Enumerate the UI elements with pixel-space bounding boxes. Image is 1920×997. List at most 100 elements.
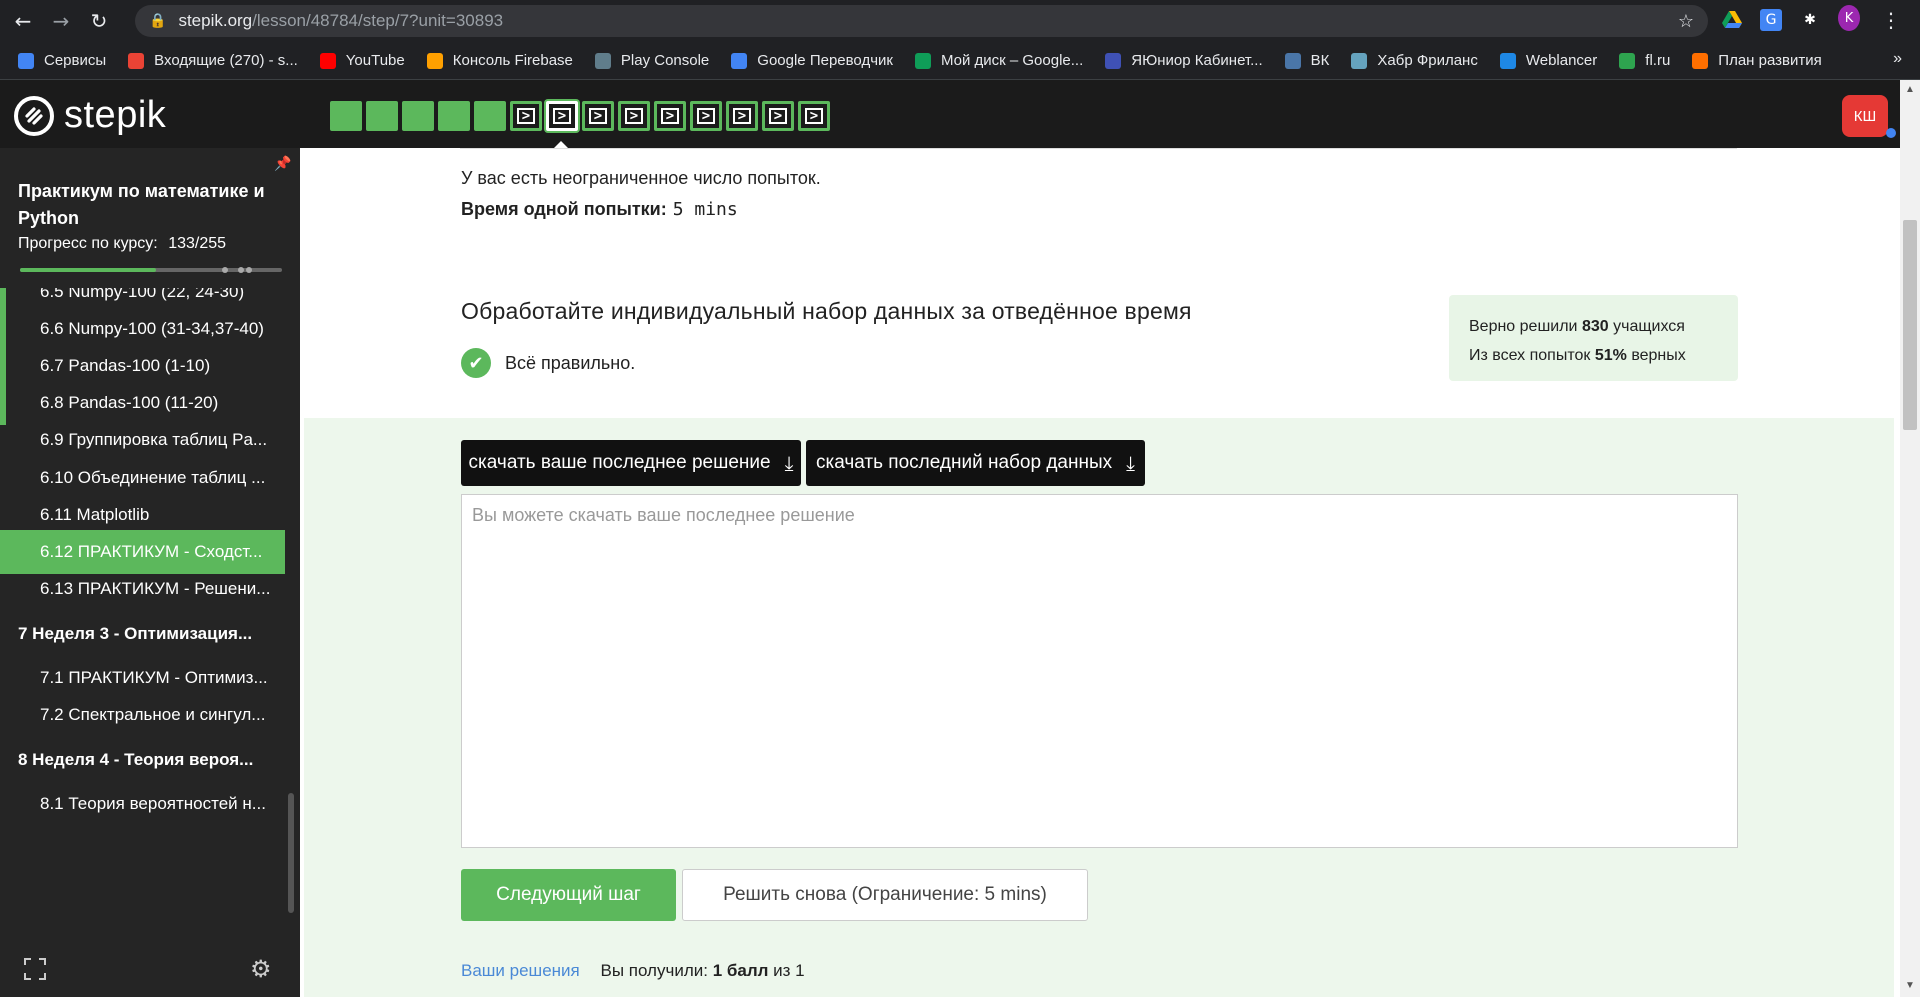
sidebar-item-label: 6.5 Numpy-100 (22, 24-30) (40, 288, 245, 301)
attempts-suffix: верных (1631, 347, 1686, 364)
browser-menu-icon[interactable]: ⋮ (1880, 8, 1902, 32)
solved-stat: Верно решили 830 учащихся (1469, 312, 1718, 341)
solution-placeholder: Вы можете скачать ваше последнее решение (472, 505, 855, 525)
retry-button[interactable]: Решить снова (Ограничение: 5 mins) (682, 869, 1088, 921)
step-code[interactable]: > (582, 101, 614, 131)
code-step-icon: > (553, 108, 571, 124)
download-dataset-label: скачать последний набор данных (816, 452, 1113, 473)
pin-icon[interactable]: 📌 (274, 156, 291, 172)
sidebar-item-label: 6.11 Matplotlib (40, 505, 150, 524)
google-drive-ext-icon[interactable] (1721, 9, 1743, 31)
bookmark-item[interactable]: fl.ru (1619, 52, 1670, 69)
next-step-button[interactable]: Следующий шаг (461, 869, 676, 921)
profile-avatar[interactable]: K (1838, 5, 1860, 31)
firebase-icon (426, 52, 443, 69)
bookmark-label: Мой диск – Google... (940, 52, 1084, 69)
translate-ext-icon[interactable]: G (1760, 9, 1782, 31)
sidebar-section[interactable]: 7 Неделя 3 - Оптимизация... (0, 612, 285, 656)
download-solution-button[interactable]: скачать ваше последнее решение ⤓ (461, 440, 801, 486)
solve-stats-box: Верно решили 830 учащихся Из всех попыто… (1449, 295, 1738, 381)
bookmark-label: YouTube (345, 52, 405, 69)
bookmark-item[interactable]: Weblancer (1499, 52, 1598, 69)
bookmark-item[interactable]: Хабр Фриланс (1351, 52, 1478, 69)
download-dataset-button[interactable]: скачать последний набор данных ⤓ (806, 440, 1145, 486)
bookmarks-more-icon[interactable]: » (1893, 50, 1902, 68)
step-done[interactable] (402, 101, 434, 131)
bookmark-item[interactable]: Входящие (270) - s... (128, 52, 298, 69)
bookmark-label: Google Переводчик (757, 52, 893, 69)
bookmark-label: Weblancer (1525, 52, 1598, 69)
scroll-up-icon[interactable]: ▲ (1905, 84, 1915, 95)
step-code[interactable]: > (690, 101, 722, 131)
user-avatar[interactable]: КШ (1842, 95, 1888, 137)
submission-footer: Ваши решения Вы получили: 1 балл из 1 (461, 961, 805, 981)
notification-dot (1886, 128, 1896, 138)
stepik-logo[interactable]: stepik (14, 94, 166, 137)
sidebar-lesson-item[interactable]: 6.13 ПРАКТИКУМ - Решени... (0, 567, 285, 611)
bookmark-item[interactable]: Мой диск – Google... (914, 52, 1084, 69)
step-code[interactable]: > (798, 101, 830, 131)
attempts-prefix: Из всех попыток (1469, 347, 1591, 364)
weblancer-icon (1499, 52, 1516, 69)
sidebar-item-label: 8.1 Теория вероятностей н... (40, 794, 266, 813)
gear-icon[interactable]: ⚙ (250, 955, 272, 983)
sidebar-lesson-item[interactable]: 7.2 Спектральное и сингул... (0, 693, 285, 737)
solved-count: 830 (1581, 318, 1609, 335)
bookmark-item[interactable]: Сервисы (18, 52, 106, 69)
bookmark-label: Play Console (620, 52, 710, 69)
bookmark-item[interactable]: YouTube (319, 52, 405, 69)
bookmark-item[interactable]: ЯЮниор Кабинет... (1105, 52, 1263, 69)
your-solutions-link[interactable]: Ваши решения (461, 961, 580, 980)
solution-textarea[interactable]: Вы можете скачать ваше последнее решение (461, 494, 1738, 848)
check-icon: ✔ (461, 348, 491, 378)
step-code[interactable]: > (618, 101, 650, 131)
step-done[interactable] (438, 101, 470, 131)
sidebar-item-label: 7.2 Спектральное и сингул... (40, 705, 266, 724)
step-done[interactable] (474, 101, 506, 131)
scroll-down-icon[interactable]: ▼ (1905, 980, 1915, 991)
course-title[interactable]: Практикум по математике и Python (18, 178, 278, 232)
back-arrow-icon[interactable]: ← (8, 6, 38, 36)
bookmark-item[interactable]: План развития (1692, 52, 1822, 69)
step-current-code[interactable]: > (546, 101, 578, 131)
attempts-percent: 51% (1594, 347, 1627, 364)
lesson-steps-bar: > > > > > > > > > (330, 101, 834, 131)
time-value: 5 mins (672, 199, 738, 220)
address-bar[interactable]: 🔒 stepik.org/lesson/48784/step/7?unit=30… (135, 5, 1708, 37)
lock-icon: 🔒 (149, 13, 167, 29)
forward-arrow-icon[interactable]: → (46, 6, 76, 36)
bookmark-item[interactable]: Google Переводчик (731, 52, 893, 69)
step-code[interactable]: > (726, 101, 758, 131)
fullscreen-icon[interactable] (24, 958, 46, 980)
step-content: У вас есть неограниченное число попыток.… (300, 148, 1900, 997)
vk-icon (1284, 52, 1301, 69)
bookmark-star-icon[interactable]: ☆ (1678, 11, 1694, 32)
page-scrollbar[interactable]: ▲ ▼ (1900, 80, 1920, 997)
step-done[interactable] (330, 101, 362, 131)
code-step-icon: > (625, 108, 643, 124)
bookmark-item[interactable]: Play Console (594, 52, 710, 69)
scroll-thumb[interactable] (1903, 220, 1917, 430)
sidebar-section[interactable]: 8 Неделя 4 - Теория вероя... (0, 738, 285, 782)
extensions-puzzle-icon[interactable]: ✱ (1799, 9, 1821, 31)
sidebar-item-label: 6.10 Объединение таблиц ... (40, 468, 266, 487)
step-code[interactable]: > (654, 101, 686, 131)
bookmark-item[interactable]: Консоль Firebase (426, 52, 573, 69)
course-sidebar: 📌 Практикум по математике и Python Прогр… (0, 148, 300, 997)
bookmark-item[interactable]: ВК (1284, 52, 1329, 69)
progress-dot (222, 267, 228, 273)
url-host: stepik.org (178, 11, 253, 30)
step-code[interactable]: > (510, 101, 542, 131)
sidebar-scrollbar[interactable] (288, 793, 294, 913)
flru-icon (1619, 52, 1636, 69)
sidebar-lesson-item[interactable]: 8.1 Теория вероятностей н... (0, 782, 285, 826)
score-suffix: из 1 (773, 961, 805, 980)
sidebar-item-label: 8 Неделя 4 - Теория вероя... (18, 750, 254, 769)
step-code[interactable]: > (762, 101, 794, 131)
step-done[interactable] (366, 101, 398, 131)
reload-icon[interactable]: ↻ (84, 6, 114, 36)
solved-suffix: учащихся (1613, 318, 1685, 335)
play-console-icon (594, 52, 611, 69)
score-value: 1 балл (712, 961, 769, 980)
code-step-icon: > (805, 108, 823, 124)
